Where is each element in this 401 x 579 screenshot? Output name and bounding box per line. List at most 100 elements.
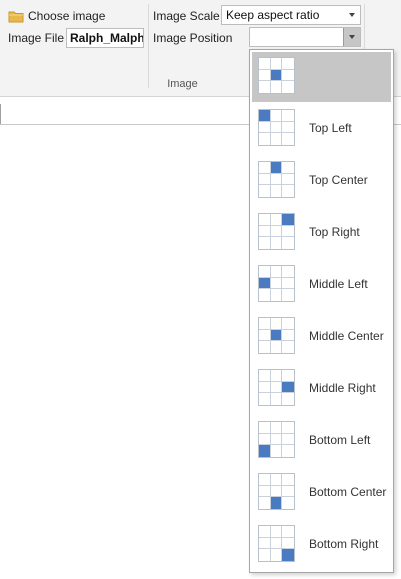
grid-cell-highlight (270, 329, 283, 342)
grid-cell (282, 122, 294, 134)
grid-cell (259, 69, 271, 82)
grid-cell (259, 485, 271, 498)
grid-cell (270, 474, 283, 486)
alignment-grid-icon (258, 369, 295, 406)
grid-cell (282, 237, 294, 249)
grid-cell (282, 526, 294, 538)
position-option[interactable]: Bottom Right (252, 520, 391, 570)
position-option[interactable]: Middle Left (252, 260, 391, 310)
folder-icon (8, 9, 24, 23)
grid-cell-highlight (270, 497, 283, 509)
grid-cell (270, 110, 283, 122)
grid-cell (271, 549, 283, 561)
position-option-label: Top Right (309, 225, 360, 239)
choose-image-button[interactable]: Choose image (8, 7, 105, 25)
position-option-label: Top Center (309, 173, 368, 187)
alignment-grid-icon (258, 213, 295, 250)
grid-cell-highlight (282, 214, 294, 226)
grid-cell-highlight (259, 110, 271, 122)
grid-cell (271, 341, 283, 353)
position-option[interactable]: Top Right (252, 208, 391, 258)
grid-cell (270, 318, 283, 330)
grid-cell (282, 497, 294, 509)
grid-cell (259, 237, 271, 249)
grid-cell (270, 277, 283, 290)
grid-cell-highlight (259, 277, 271, 290)
grid-cell (282, 422, 294, 434)
ribbon-separator (148, 4, 149, 88)
image-file-label: Image File (8, 31, 65, 45)
grid-cell (259, 318, 271, 330)
grid-cell (259, 289, 271, 301)
position-option-label: Bottom Left (309, 433, 371, 447)
grid-cell (271, 289, 283, 301)
image-file-field[interactable]: Ralph_Malph. (66, 28, 144, 48)
grid-cell (259, 58, 271, 70)
position-option-label: Bottom Right (309, 537, 379, 551)
grid-cell (282, 370, 294, 382)
alignment-grid-icon (258, 421, 295, 458)
grid-cell (282, 474, 294, 486)
position-option[interactable]: Middle Right (252, 364, 391, 414)
grid-cell (259, 225, 271, 238)
grid-cell (282, 330, 294, 342)
grid-cell (282, 110, 294, 122)
grid-cell (282, 278, 294, 290)
position-option[interactable]: Bottom Center (252, 468, 391, 518)
position-option-label: Top Left (309, 121, 352, 135)
grid-cell (282, 538, 294, 550)
grid-cell (259, 341, 271, 353)
grid-cell (259, 537, 271, 550)
position-option-label: Middle Left (309, 277, 368, 291)
grid-cell (270, 266, 283, 278)
grid-cell (259, 393, 271, 405)
grid-cell (270, 485, 283, 498)
position-option[interactable]: Middle Center (252, 312, 391, 362)
position-option[interactable]: Top Center (252, 156, 391, 206)
grid-cell (270, 173, 283, 186)
grid-cell (270, 214, 283, 226)
grid-cell (270, 121, 283, 134)
position-option-label: Middle Right (309, 381, 376, 395)
grid-cell (270, 422, 283, 434)
grid-cell (270, 526, 283, 538)
alignment-grid-icon (258, 57, 295, 94)
grid-cell (259, 549, 271, 561)
alignment-grid-icon (258, 109, 295, 146)
grid-cell (282, 58, 294, 70)
alignment-grid-icon (258, 317, 295, 354)
image-scale-select[interactable]: Keep aspect ratio (221, 5, 361, 25)
alignment-grid-icon (258, 265, 295, 302)
image-position-select[interactable] (249, 27, 361, 47)
grid-cell (282, 133, 294, 145)
grid-cell (271, 393, 283, 405)
grid-cell (259, 497, 271, 509)
grid-cell (282, 81, 294, 93)
grid-cell-highlight (270, 162, 283, 174)
image-scale-value: Keep aspect ratio (226, 8, 320, 22)
grid-cell (282, 226, 294, 238)
grid-cell (259, 133, 271, 145)
grid-cell (282, 434, 294, 446)
grid-cell (259, 162, 271, 174)
grid-cell (270, 381, 283, 394)
position-option-label: Bottom Center (309, 485, 387, 499)
position-option[interactable] (252, 52, 391, 102)
position-option[interactable]: Top Left (252, 104, 391, 154)
grid-cell-highlight (282, 549, 294, 561)
grid-cell (270, 225, 283, 238)
grid-cell (259, 433, 271, 446)
grid-cell (271, 185, 283, 197)
grid-cell-highlight (259, 445, 271, 457)
chevron-down-icon[interactable] (343, 28, 360, 46)
position-option[interactable]: Bottom Left (252, 416, 391, 466)
grid-cell (259, 329, 271, 342)
grid-cell (270, 537, 283, 550)
grid-cell (282, 162, 294, 174)
grid-cell (259, 370, 271, 382)
grid-cell (282, 174, 294, 186)
grid-cell (282, 266, 294, 278)
grid-cell (259, 526, 271, 538)
grid-cell (270, 370, 283, 382)
chevron-down-icon[interactable] (344, 6, 360, 24)
